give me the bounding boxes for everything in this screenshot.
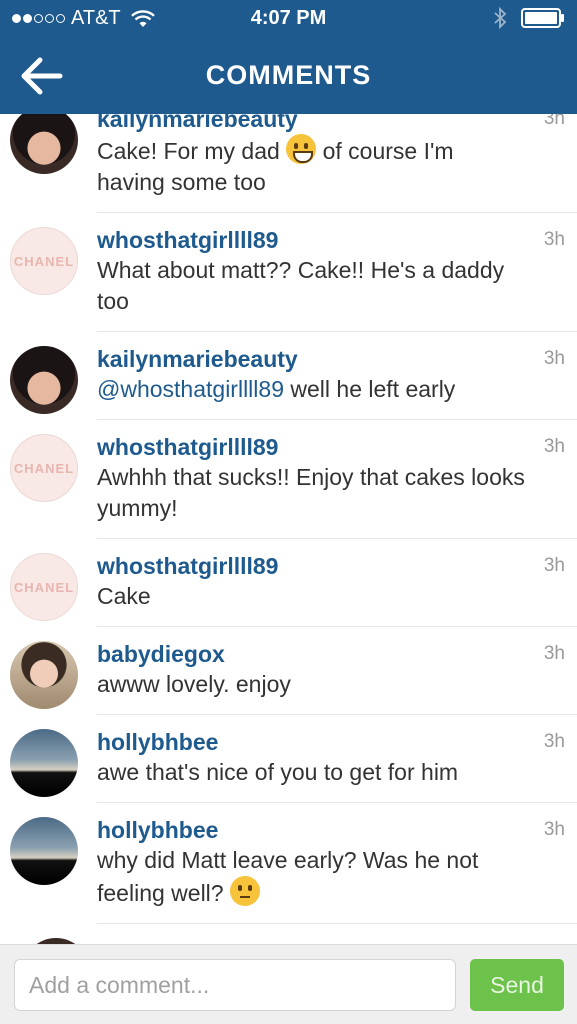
comment-time: 3h	[543, 348, 565, 369]
comment-text: awe that's nice of you to get for him	[97, 759, 459, 785]
pensive-face-icon	[229, 876, 260, 906]
comment-item: hollybhbee why did Matt leave early? Was…	[10, 803, 577, 924]
comment-time: 3h	[543, 731, 565, 752]
comment-username[interactable]: whosthatgirllll89	[97, 551, 278, 581]
comment-time: 3h	[543, 555, 565, 576]
comment-text: why did Matt leave early? Was he not fee…	[97, 847, 479, 906]
comment-text: Cake! For my dad of course I'm having so…	[97, 134, 527, 198]
mention-link[interactable]: @whosthatgirllll89	[97, 376, 284, 402]
comment-text: What about matt?? Cake!! He's a daddy to…	[97, 257, 505, 314]
comment-text: @whosthatgirllll89 well he left early	[97, 376, 456, 402]
battery-icon	[521, 8, 564, 28]
comment-time: 3h	[543, 819, 565, 840]
bluetooth-icon	[494, 7, 507, 29]
comment-text: awww lovely. enjoy	[97, 671, 291, 697]
comment-composer: Send	[0, 944, 577, 1024]
comment-username[interactable]: hollybhbee	[97, 815, 218, 845]
avatar[interactable]	[10, 817, 78, 885]
comment-username[interactable]: kailynmariebeauty	[97, 344, 298, 374]
comment-text: Awhhh that sucks!! Enjoy that cakes look…	[97, 464, 525, 521]
comment-time: 3h	[543, 436, 565, 457]
comment-username[interactable]: whosthatgirllll89	[97, 432, 278, 462]
status-time: 4:07 PM	[250, 7, 327, 29]
avatar[interactable]: CHANEL	[10, 434, 78, 502]
comment-list[interactable]: kailynmariebeauty Cake! For my dad of co…	[0, 92, 577, 924]
avatar[interactable]	[10, 641, 78, 709]
comment-text: Cake	[97, 583, 151, 609]
comment-item: kailynmariebeauty @whosthatgirllll89 wel…	[10, 332, 577, 420]
comment-username[interactable]: hollybhbee	[97, 727, 218, 757]
comment-item: hollybhbee awe that's nice of you to get…	[10, 715, 577, 803]
comment-item: babydiegox awww lovely. enjoy 3h	[10, 627, 577, 715]
status-right	[493, 7, 565, 29]
comment-username[interactable]: babydiegox	[97, 639, 225, 669]
comment-username[interactable]: whosthatgirllll89	[97, 225, 278, 255]
avatar[interactable]	[10, 729, 78, 797]
comment-input[interactable]	[14, 959, 456, 1011]
send-button[interactable]: Send	[470, 959, 564, 1011]
avatar[interactable]	[10, 106, 78, 174]
comment-item: CHANEL whosthatgirllll89 Cake 3h	[10, 539, 577, 627]
comment-time: 3h	[543, 643, 565, 664]
avatar[interactable]: CHANEL	[10, 553, 78, 621]
app-header: AT&T 4:07 PM COMMENTS	[0, 0, 577, 114]
page-title: COMMENTS	[205, 60, 372, 90]
comment-item: CHANEL whosthatgirllll89 What about matt…	[10, 213, 577, 332]
avatar[interactable]	[10, 346, 78, 414]
chanel-logo: CHANEL	[13, 460, 75, 476]
grinning-face-icon	[286, 134, 317, 164]
chanel-logo: CHANEL	[13, 579, 75, 595]
comment-item: CHANEL whosthatgirllll89 Awhhh that suck…	[10, 420, 577, 539]
status-bar: AT&T 4:07 PM	[0, 0, 577, 38]
chanel-logo: CHANEL	[13, 253, 75, 269]
avatar[interactable]: CHANEL	[10, 227, 78, 295]
comment-time: 3h	[543, 229, 565, 250]
nav-bar: COMMENTS	[0, 38, 577, 114]
